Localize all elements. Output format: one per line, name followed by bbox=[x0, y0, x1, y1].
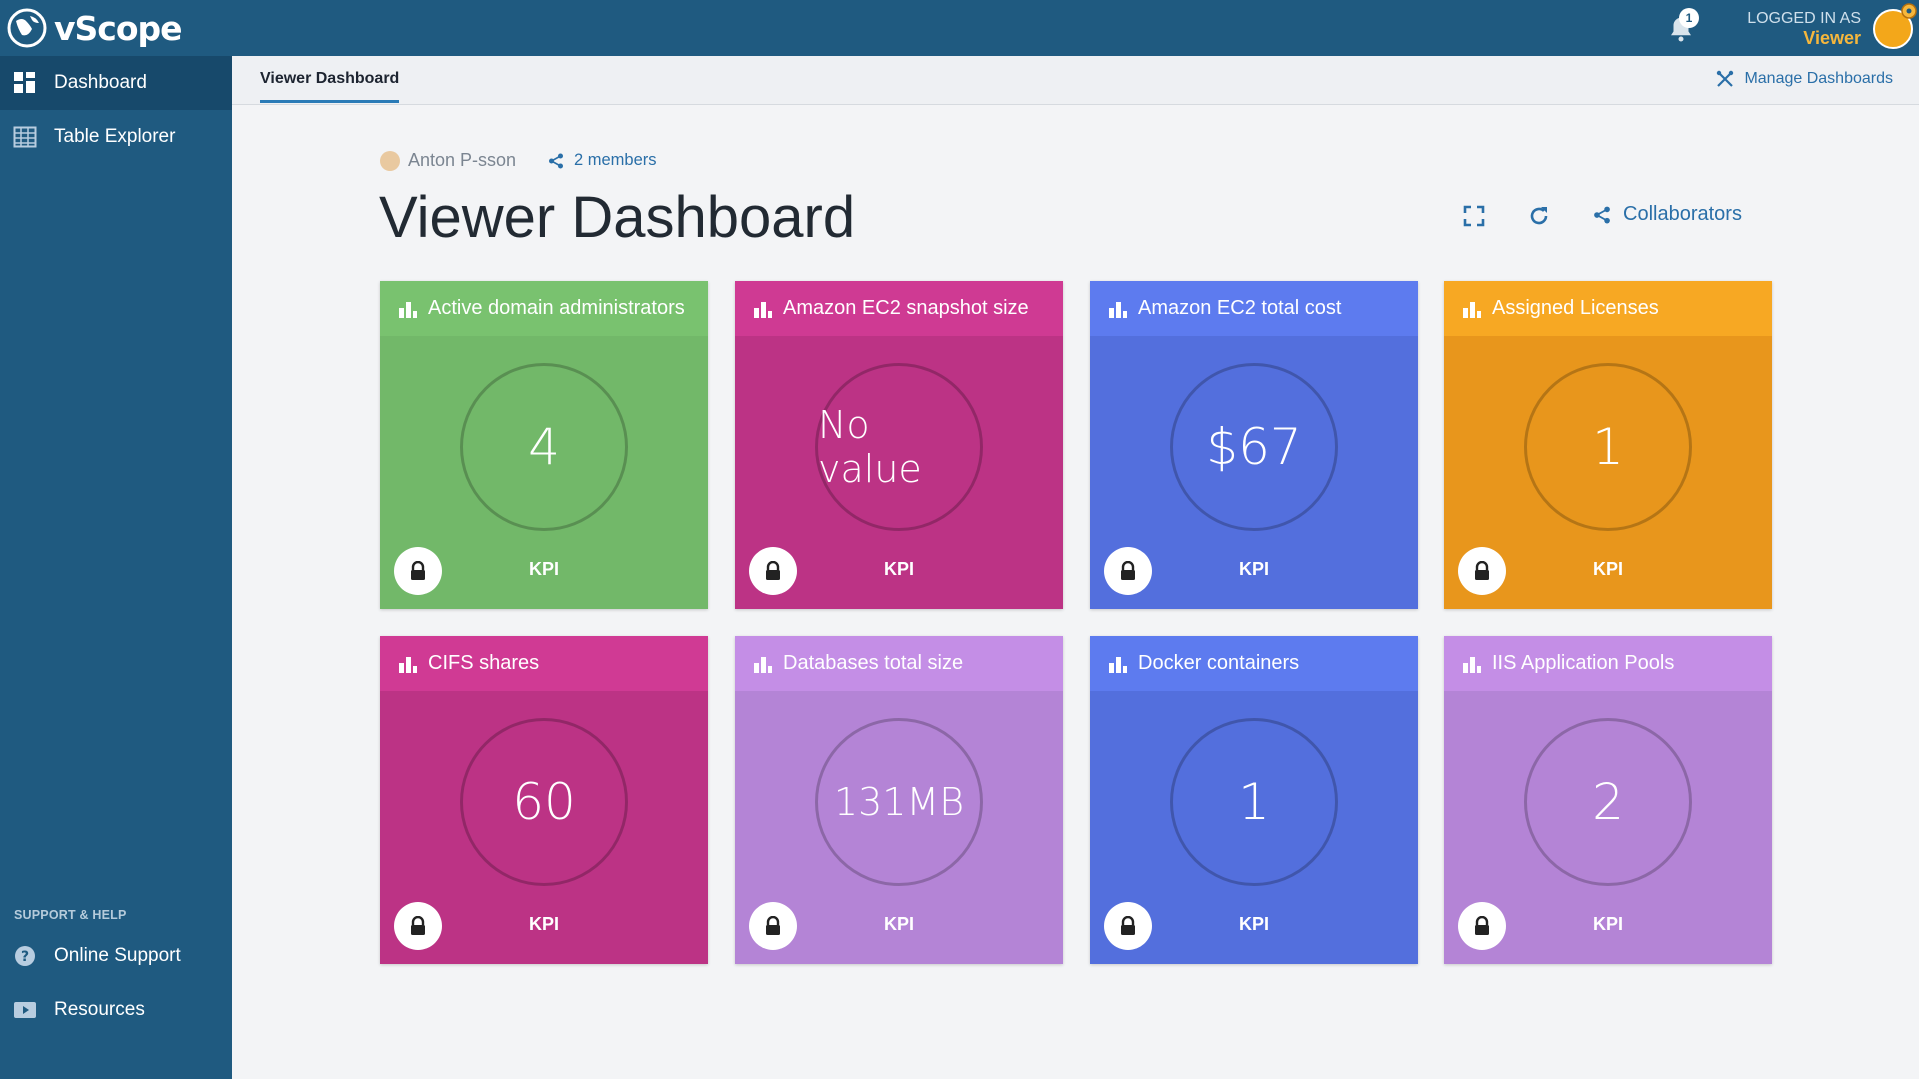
kpi-card[interactable]: Databases total size 131MB KPI bbox=[735, 636, 1063, 964]
notification-badge: 1 bbox=[1679, 8, 1699, 28]
fullscreen-button[interactable] bbox=[1460, 202, 1488, 230]
kpi-card-header: CIFS shares bbox=[380, 636, 708, 691]
bar-chart-icon bbox=[1109, 301, 1127, 318]
kpi-value: 1 bbox=[1170, 718, 1338, 886]
kpi-value: 1 bbox=[1524, 363, 1692, 531]
kpi-label: KPI bbox=[883, 914, 914, 934]
top-bar: vScope 1 LOGGED IN AS Viewer bbox=[0, 0, 1919, 56]
tools-icon bbox=[1717, 70, 1734, 87]
login-username: Viewer bbox=[1803, 28, 1861, 48]
sidebar-item-label: Resources bbox=[54, 999, 145, 1020]
kpi-value: 131MB bbox=[815, 718, 983, 886]
sidebar-item-dashboard[interactable]: Dashboard bbox=[0, 56, 232, 110]
owner-name: Anton P-sson bbox=[408, 150, 517, 170]
kpi-card[interactable]: CIFS shares 60 KPI bbox=[380, 636, 708, 964]
members-count: 2 members bbox=[574, 151, 657, 169]
kpi-card-header: Docker containers bbox=[1090, 636, 1418, 691]
kpi-label: KPI bbox=[528, 559, 559, 579]
sidebar-item-label: Online Support bbox=[54, 945, 181, 966]
kpi-card[interactable]: Amazon EC2 snapshot size No value KPI bbox=[735, 281, 1063, 609]
kpi-label: KPI bbox=[1592, 914, 1623, 934]
sidebar-item-label: Dashboard bbox=[54, 72, 147, 93]
kpi-card[interactable]: IIS Application Pools 2 KPI bbox=[1444, 636, 1772, 964]
kpi-label: KPI bbox=[528, 914, 559, 934]
manage-dashboards-link[interactable]: Manage Dashboards bbox=[1716, 70, 1893, 88]
bar-chart-icon bbox=[1109, 656, 1127, 673]
kpi-card[interactable]: Docker containers 1 KPI bbox=[1090, 636, 1418, 964]
kpi-card-title: Assigned Licenses bbox=[1492, 297, 1659, 319]
bar-chart-icon bbox=[754, 301, 772, 318]
video-icon bbox=[12, 997, 38, 1023]
kpi-card-title: Docker containers bbox=[1138, 652, 1300, 674]
kpi-card[interactable]: Amazon EC2 total cost $67 KPI bbox=[1090, 281, 1418, 609]
collaborators-button[interactable]: Collaborators bbox=[1593, 203, 1742, 226]
app-logo[interactable]: vScope bbox=[6, 6, 183, 50]
dashboard-owner: Anton P-sson bbox=[380, 150, 516, 171]
manage-dashboards-label: Manage Dashboards bbox=[1744, 70, 1893, 87]
gear-icon[interactable] bbox=[1899, 1, 1919, 21]
bar-chart-icon bbox=[1463, 656, 1481, 673]
share-icon bbox=[549, 153, 563, 168]
kpi-card-header: Assigned Licenses bbox=[1444, 281, 1772, 336]
table-icon bbox=[12, 124, 38, 150]
kpi-card-title: Databases total size bbox=[783, 652, 964, 674]
kpi-value: 60 bbox=[460, 718, 628, 886]
support-heading: SUPPORT & HELP bbox=[14, 908, 127, 922]
sidebar-item-label: Table Explorer bbox=[54, 126, 176, 147]
dashboard-tab-bar: Viewer Dashboard Manage Dashboards bbox=[232, 56, 1919, 105]
sidebar-item-resources[interactable]: Resources bbox=[0, 983, 232, 1037]
svg-text:?: ? bbox=[21, 949, 29, 965]
refresh-button[interactable] bbox=[1525, 202, 1553, 230]
kpi-value: 4 bbox=[460, 363, 628, 531]
kpi-card-header: Databases total size bbox=[735, 636, 1063, 691]
kpi-value: $67 bbox=[1170, 363, 1338, 531]
kpi-card-header: Amazon EC2 snapshot size bbox=[735, 281, 1063, 336]
kpi-label: KPI bbox=[1592, 559, 1623, 579]
kpi-card-title: Active domain administrators bbox=[428, 297, 685, 319]
bar-chart-icon bbox=[1463, 301, 1481, 318]
kpi-card-title: Amazon EC2 snapshot size bbox=[783, 297, 1029, 319]
bar-chart-icon bbox=[399, 656, 417, 673]
kpi-card-header: Active domain administrators bbox=[380, 281, 708, 336]
globe-logo-icon bbox=[7, 8, 47, 48]
app-name: vScope bbox=[54, 8, 183, 48]
fullscreen-icon bbox=[1463, 205, 1485, 227]
kpi-card[interactable]: Assigned Licenses 1 KPI bbox=[1444, 281, 1772, 609]
page-title: Viewer Dashboard bbox=[379, 185, 856, 250]
kpi-card[interactable]: Active domain administrators 4 KPI bbox=[380, 281, 708, 609]
kpi-card-title: Amazon EC2 total cost bbox=[1138, 297, 1342, 319]
kpi-card-header: Amazon EC2 total cost bbox=[1090, 281, 1418, 336]
kpi-label: KPI bbox=[883, 559, 914, 579]
login-label: LOGGED IN AS bbox=[1747, 10, 1861, 27]
kpi-card-title: IIS Application Pools bbox=[1492, 652, 1675, 674]
kpi-label: KPI bbox=[1238, 914, 1269, 934]
collaborators-label: Collaborators bbox=[1623, 203, 1742, 225]
sidebar-item-table-explorer[interactable]: Table Explorer bbox=[0, 110, 232, 164]
kpi-value: 2 bbox=[1524, 718, 1692, 886]
members-link[interactable]: 2 members bbox=[548, 151, 657, 170]
sidebar-item-online-support[interactable]: ? Online Support bbox=[0, 929, 232, 983]
bar-chart-icon bbox=[399, 301, 417, 318]
help-circle-icon: ? bbox=[12, 943, 38, 969]
share-icon bbox=[1594, 206, 1610, 223]
tab-viewer-dashboard[interactable]: Viewer Dashboard bbox=[260, 70, 400, 103]
dashboard-icon bbox=[12, 70, 38, 96]
refresh-icon bbox=[1530, 207, 1548, 225]
kpi-card-header: IIS Application Pools bbox=[1444, 636, 1772, 691]
owner-avatar bbox=[380, 150, 400, 171]
kpi-value: No value bbox=[815, 363, 983, 531]
kpi-card-title: CIFS shares bbox=[428, 652, 540, 674]
kpi-label: KPI bbox=[1238, 559, 1269, 579]
bar-chart-icon bbox=[754, 656, 772, 673]
sidebar: Dashboard Table Explorer SUPPORT & HELP … bbox=[0, 56, 232, 1079]
